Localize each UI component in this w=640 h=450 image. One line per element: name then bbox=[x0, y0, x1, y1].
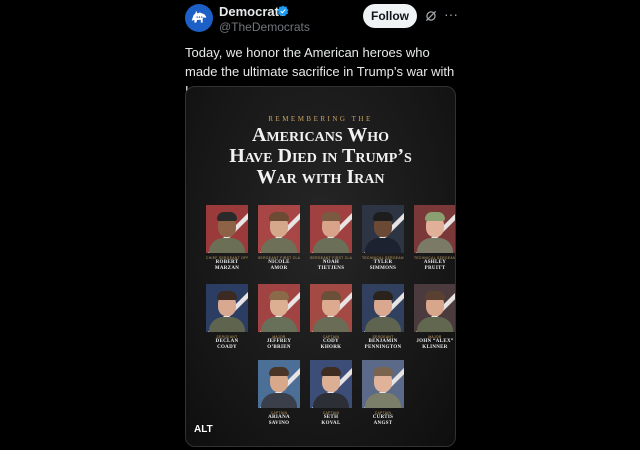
portrait-photo bbox=[258, 284, 300, 332]
handle[interactable]: @TheDemocrats bbox=[219, 20, 310, 34]
graphic-kicker: REMEMBERING THE bbox=[268, 115, 373, 123]
last-name: Marzan bbox=[214, 266, 240, 271]
portrait-photo bbox=[414, 284, 455, 332]
memorial-card: Captain Curtis Angst bbox=[362, 360, 404, 427]
follow-button[interactable]: Follow bbox=[363, 4, 417, 28]
last-name: Savino bbox=[268, 421, 290, 426]
portrait-photo bbox=[310, 284, 352, 332]
last-name: Koval bbox=[321, 421, 341, 426]
portrait-photo bbox=[362, 205, 404, 253]
last-name: Coady bbox=[217, 345, 237, 350]
memorial-card: Sergeant Benjamin Pennington bbox=[362, 284, 404, 351]
memorial-card: Technical Sergeant Tyler Simmons bbox=[362, 205, 404, 272]
last-name: Pruitt bbox=[424, 266, 446, 271]
memorial-card: Chief Sergeant Officer 3RobertMarzan bbox=[206, 205, 248, 272]
donkey-logo-icon bbox=[191, 10, 207, 23]
portrait-photo bbox=[310, 205, 352, 253]
post: Democrats @TheDemocrats Follow ··· Today… bbox=[0, 0, 640, 450]
last-name: Tietjens bbox=[317, 266, 345, 271]
last-name: Amor bbox=[270, 266, 288, 271]
portrait-photo bbox=[362, 360, 404, 408]
headline-line-1: Americans Who bbox=[251, 124, 390, 146]
last-name: Angst bbox=[373, 421, 393, 426]
more-options-icon[interactable]: ··· bbox=[444, 6, 458, 22]
last-name: O’Brien bbox=[267, 345, 291, 350]
memorial-card: Sergeant Declan Coady bbox=[206, 284, 248, 351]
memorial-card: Major John “Alex” Klinner bbox=[414, 284, 455, 351]
memorial-card: Captain Ariana Savino bbox=[258, 360, 300, 427]
last-name: Pennington bbox=[364, 345, 402, 350]
portrait-photo bbox=[206, 205, 248, 253]
last-name: Klinner bbox=[422, 345, 448, 350]
headline-line-2: Have Died in Trump’s bbox=[229, 145, 412, 167]
portrait-photo bbox=[258, 360, 300, 408]
portrait-photo bbox=[414, 205, 455, 253]
alt-badge[interactable]: ALT bbox=[194, 424, 213, 435]
headline-line-3: War with Iran bbox=[256, 166, 385, 188]
last-name: Khork bbox=[320, 345, 342, 350]
memorial-card: Technical Sergeant Ashley Pruitt bbox=[414, 205, 455, 272]
media-image[interactable]: REMEMBERING THE Americans Who Have Died … bbox=[185, 86, 456, 447]
grok-icon[interactable] bbox=[424, 9, 438, 23]
memorial-card: Sergeant First ClassNoahTietjens bbox=[310, 205, 352, 272]
portrait-photo bbox=[206, 284, 248, 332]
graphic-headline: Americans Who Have Died in Trump’s War w… bbox=[186, 125, 455, 188]
verified-badge-icon bbox=[277, 5, 289, 17]
portrait-photo bbox=[258, 205, 300, 253]
memorial-card: Sergeant First ClassNicoleAmor bbox=[258, 205, 300, 272]
memorial-card: Captain Seth Koval bbox=[310, 360, 352, 427]
portrait-photo bbox=[362, 284, 404, 332]
memorial-card: Captain Cody Khork bbox=[310, 284, 352, 351]
memorial-card: Major Jeffrey O’Brien bbox=[258, 284, 300, 351]
portrait-photo bbox=[310, 360, 352, 408]
last-name: Simmons bbox=[369, 266, 397, 271]
avatar[interactable] bbox=[185, 4, 213, 32]
